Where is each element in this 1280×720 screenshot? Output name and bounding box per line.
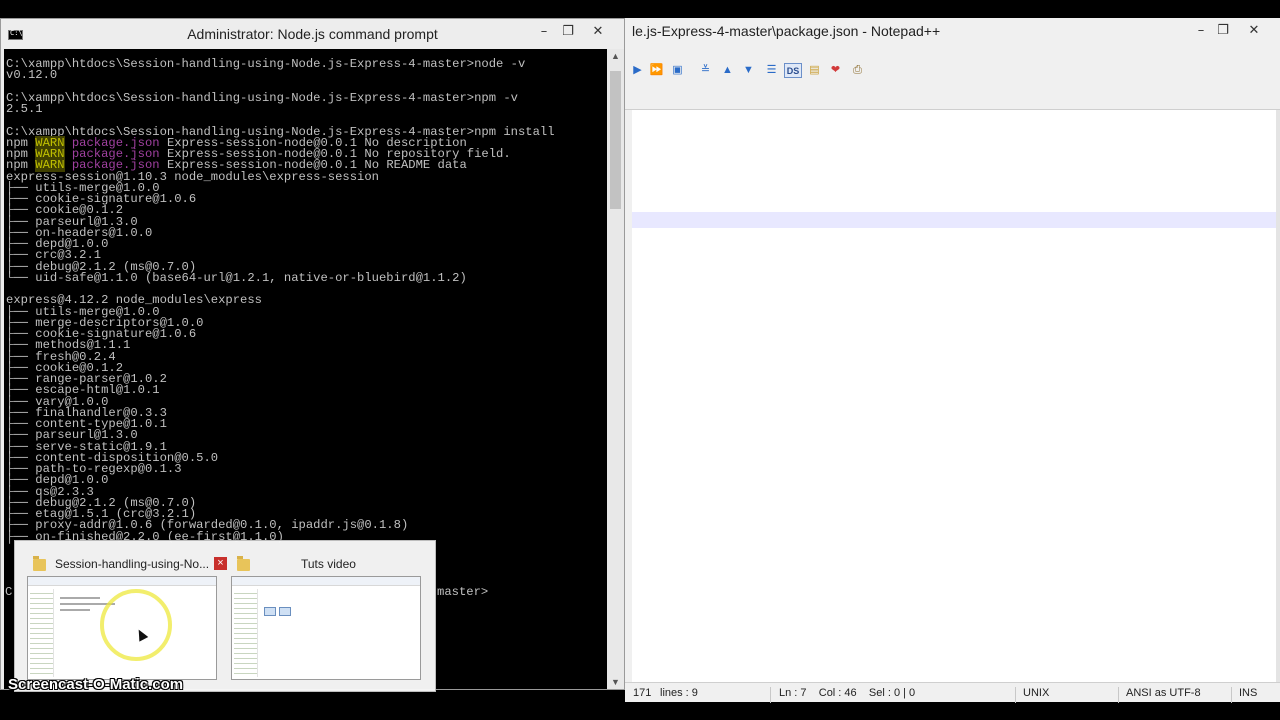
- minimize-icon[interactable]: –: [1190, 21, 1212, 41]
- wrap-icon[interactable]: ≚: [698, 63, 713, 78]
- status-lines: lines : 9: [660, 687, 698, 699]
- console-line: 2.5.1: [6, 102, 555, 116]
- scrollbar-thumb[interactable]: [610, 71, 621, 209]
- restore-icon[interactable]: ❐: [557, 22, 579, 42]
- video-file-icon: [264, 607, 276, 616]
- status-length: 171: [633, 687, 652, 699]
- npp-tab-strip: [625, 88, 1280, 110]
- explorer-ribbon: [28, 577, 216, 586]
- console-text-segment: └── uid-safe@1.1.0 (base64-url@1.2.1, na…: [6, 270, 467, 285]
- explorer-nav-pane: [30, 589, 54, 677]
- console-text-segment: v0.12.0: [6, 68, 58, 83]
- indent-icon[interactable]: ☰: [764, 63, 779, 78]
- play-icon[interactable]: ▶: [630, 63, 645, 78]
- status-bar: 171 lines : 9 Ln : 7 Col : 46 Sel : 0 | …: [625, 682, 1280, 703]
- video-file-icon: [279, 607, 291, 616]
- fast-forward-icon[interactable]: ⏩: [649, 63, 664, 78]
- npp-titlebar[interactable]: le.js-Express-4-master\package.json - No…: [625, 18, 1280, 46]
- npp-title: le.js-Express-4-master\package.json - No…: [632, 23, 941, 39]
- editor-scrollbar[interactable]: [1276, 110, 1280, 682]
- close-icon[interactable]: ✕: [587, 22, 609, 42]
- file-row: [60, 609, 90, 611]
- taskbar-thumbnail-preview: Session-handling-using-No... × Tuts vide…: [14, 540, 436, 692]
- note-icon[interactable]: ▤: [807, 63, 822, 78]
- cmd-titlebar[interactable]: Administrator: Node.js command prompt – …: [1, 19, 624, 49]
- console-prompt-tail: master>: [437, 585, 489, 599]
- console-line: C:\xampp\htdocs\Session-handling-using-N…: [6, 57, 555, 71]
- file-row: [60, 597, 100, 599]
- explorer-nav-pane: [234, 589, 258, 677]
- status-separator: [1118, 687, 1119, 703]
- thumbnail-label: Session-handling-using-No...: [55, 557, 210, 571]
- thumbnail-tuts-video[interactable]: Tuts video: [231, 549, 431, 681]
- folder-icon: [33, 556, 46, 571]
- npp-toolbar: ▶ ⏩ ▣ ≚ ▲ ▼ ☰ DS ▤ ❤ ⎙: [625, 58, 1280, 84]
- arrow-up-icon[interactable]: ▲: [720, 63, 735, 78]
- cmd-title: Administrator: Node.js command prompt: [187, 26, 438, 42]
- status-encoding: ANSI as UTF-8: [1126, 687, 1201, 699]
- console-text-segment: 2.5.1: [6, 102, 43, 116]
- console-line: C:\xampp\htdocs\Session-handling-using-N…: [6, 90, 555, 105]
- console-text: C:\xampp\htdocs\Session-handling-using-N…: [6, 57, 555, 543]
- close-icon[interactable]: ×: [214, 557, 227, 570]
- thumbnail-image: [231, 576, 421, 680]
- scroll-down-icon[interactable]: ▼: [607, 677, 624, 687]
- current-line-highlight: [632, 212, 1276, 228]
- screencast-watermark: Screencast-O-Matic.com: [8, 676, 184, 693]
- minimize-icon[interactable]: –: [533, 22, 555, 42]
- console-line: └── uid-safe@1.1.0 (base64-url@1.2.1, na…: [6, 270, 555, 285]
- status-separator: [770, 687, 771, 703]
- status-position: Ln : 7 Col : 46 Sel : 0 | 0: [779, 687, 916, 699]
- status-mode: INS: [1239, 687, 1258, 699]
- save-macro-icon[interactable]: ▣: [670, 63, 685, 78]
- console-text-segment: C:\xampp\htdocs\Session-handling-using-N…: [6, 57, 526, 71]
- console-scrollbar[interactable]: ▲ ▼: [607, 49, 624, 689]
- console-text-segment: C:\xampp\htdocs\Session-handling-using-N…: [6, 90, 518, 105]
- thumbnail-label: Tuts video: [301, 557, 356, 571]
- heart-icon[interactable]: ❤: [828, 63, 843, 78]
- status-eol: UNIX: [1023, 687, 1050, 699]
- console-prompt-fragment: C: [5, 585, 13, 599]
- status-separator: [1231, 687, 1232, 703]
- explorer-ribbon: [232, 577, 420, 586]
- console-line: v0.12.0: [6, 68, 555, 83]
- click-highlight-ring: [100, 589, 172, 661]
- arrow-down-icon[interactable]: ▼: [741, 63, 756, 78]
- close-icon[interactable]: ✕: [1243, 21, 1265, 41]
- editor-area[interactable]: [632, 110, 1276, 682]
- folder-icon: [237, 556, 250, 571]
- scroll-up-icon[interactable]: ▲: [607, 51, 624, 61]
- printer-icon[interactable]: ⎙: [850, 63, 865, 78]
- ds-icon[interactable]: DS: [784, 63, 802, 78]
- restore-icon[interactable]: ❐: [1212, 21, 1234, 41]
- notepad-plus-plus-window[interactable]: le.js-Express-4-master\package.json - No…: [625, 18, 1280, 703]
- status-separator: [1015, 687, 1016, 703]
